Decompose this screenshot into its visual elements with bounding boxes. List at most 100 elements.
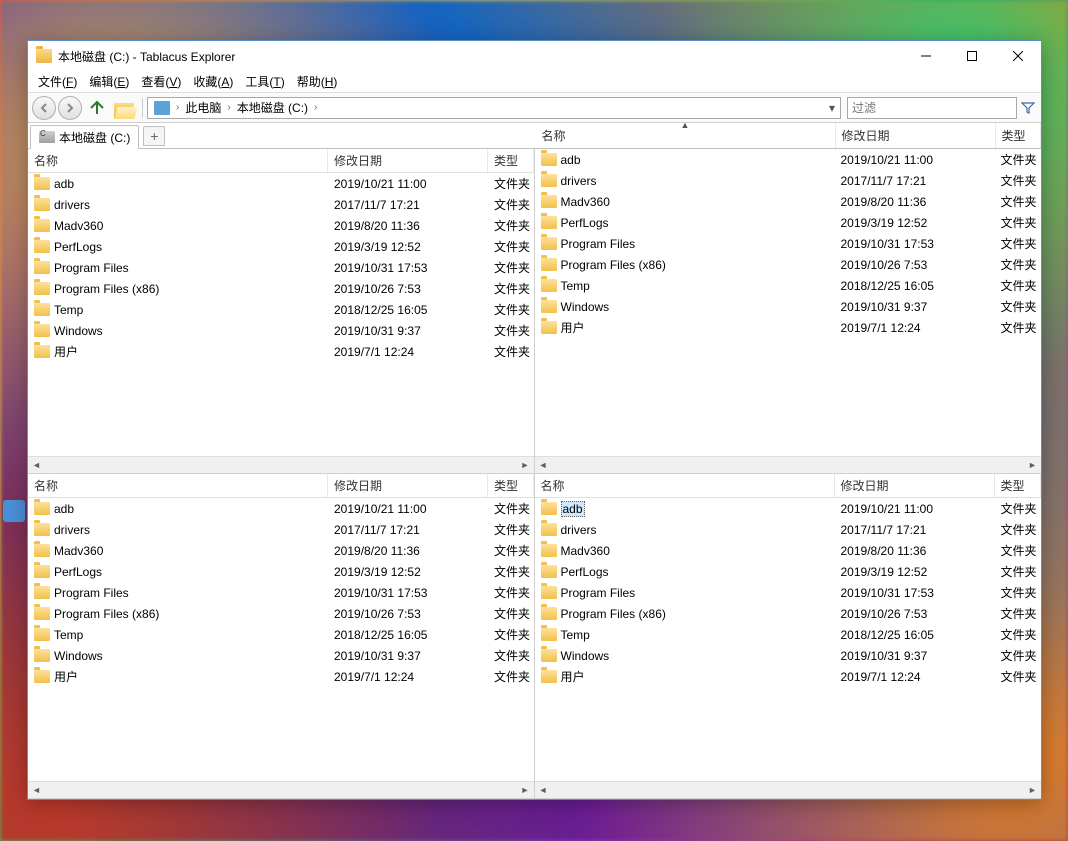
- address-dropdown[interactable]: ▾: [824, 101, 840, 115]
- list-item[interactable]: adb2019/10/21 11:00文件夹: [535, 498, 1042, 519]
- list-item[interactable]: Program Files2019/10/31 17:53文件夹: [535, 233, 1042, 254]
- minimize-button[interactable]: [903, 41, 949, 71]
- list-item[interactable]: 用户2019/7/1 12:24文件夹: [28, 666, 534, 687]
- list-item[interactable]: adb2019/10/21 11:00文件夹: [535, 149, 1042, 170]
- list-item[interactable]: Temp2018/12/25 16:05文件夹: [28, 624, 534, 645]
- file-list[interactable]: adb2019/10/21 11:00文件夹drivers2017/11/7 1…: [28, 173, 534, 456]
- chevron-right-icon[interactable]: ›: [225, 102, 232, 113]
- menu-favorites[interactable]: 收藏(A): [187, 71, 239, 92]
- horizontal-scrollbar[interactable]: ◄►: [535, 781, 1042, 798]
- up-button[interactable]: [84, 95, 110, 121]
- file-list[interactable]: adb2019/10/21 11:00文件夹drivers2017/11/7 1…: [28, 498, 534, 781]
- list-item[interactable]: Program Files2019/10/31 17:53文件夹: [535, 582, 1042, 603]
- folder-icon: [541, 670, 557, 683]
- list-item[interactable]: Temp2018/12/25 16:05文件夹: [535, 275, 1042, 296]
- list-item[interactable]: Program Files (x86)2019/10/26 7:53文件夹: [535, 603, 1042, 624]
- list-item[interactable]: PerfLogs2019/3/19 12:52文件夹: [28, 561, 534, 582]
- list-item[interactable]: adb2019/10/21 11:00文件夹: [28, 498, 534, 519]
- item-type: 文件夹: [488, 259, 534, 276]
- filter-input[interactable]: [848, 98, 1016, 118]
- list-item[interactable]: drivers2017/11/7 17:21文件夹: [28, 194, 534, 215]
- titlebar[interactable]: 本地磁盘 (C:) - Tablacus Explorer: [28, 41, 1041, 71]
- menu-file[interactable]: 文件(F): [32, 71, 83, 92]
- scroll-right-button[interactable]: ►: [1024, 782, 1041, 798]
- list-item[interactable]: Program Files (x86)2019/10/26 7:53文件夹: [28, 603, 534, 624]
- column-type[interactable]: 类型: [488, 474, 534, 497]
- column-date[interactable]: 修改日期: [328, 149, 488, 172]
- menu-view[interactable]: 查看(V): [135, 71, 187, 92]
- file-list[interactable]: adb2019/10/21 11:00文件夹drivers2017/11/7 1…: [535, 498, 1042, 781]
- list-item[interactable]: Windows2019/10/31 9:37文件夹: [535, 645, 1042, 666]
- file-list[interactable]: adb2019/10/21 11:00文件夹drivers2017/11/7 1…: [535, 149, 1042, 456]
- column-name[interactable]: 名称: [28, 149, 328, 172]
- scroll-left-button[interactable]: ◄: [28, 782, 45, 798]
- list-item[interactable]: Program Files (x86)2019/10/26 7:53文件夹: [535, 254, 1042, 275]
- list-item[interactable]: Windows2019/10/31 9:37文件夹: [28, 645, 534, 666]
- item-type: 文件夹: [488, 322, 534, 339]
- menu-tools[interactable]: 工具(T): [239, 71, 290, 92]
- list-item[interactable]: Program Files (x86)2019/10/26 7:53文件夹: [28, 278, 534, 299]
- filter-icon[interactable]: [1019, 99, 1037, 117]
- list-item[interactable]: Madv3602019/8/20 11:36文件夹: [535, 540, 1042, 561]
- column-name[interactable]: 名称: [28, 474, 328, 497]
- scroll-right-button[interactable]: ►: [1024, 457, 1041, 473]
- list-item[interactable]: adb2019/10/21 11:00文件夹: [28, 173, 534, 194]
- list-item[interactable]: Temp2018/12/25 16:05文件夹: [535, 624, 1042, 645]
- column-type[interactable]: 类型: [995, 474, 1042, 497]
- list-item[interactable]: Windows2019/10/31 9:37文件夹: [535, 296, 1042, 317]
- list-item[interactable]: Program Files2019/10/31 17:53文件夹: [28, 257, 534, 278]
- list-item[interactable]: 用户2019/7/1 12:24文件夹: [535, 317, 1042, 338]
- scroll-left-button[interactable]: ◄: [535, 457, 552, 473]
- folder-open-icon[interactable]: [112, 97, 138, 119]
- column-date[interactable]: 修改日期: [328, 474, 488, 497]
- column-date[interactable]: 修改日期: [836, 123, 996, 148]
- column-name[interactable]: 名称▲: [536, 123, 836, 148]
- breadcrumb-drive[interactable]: 本地磁盘 (C:): [233, 99, 312, 116]
- menu-help[interactable]: 帮助(H): [291, 71, 344, 92]
- close-button[interactable]: [995, 41, 1041, 71]
- scroll-left-button[interactable]: ◄: [535, 782, 552, 798]
- horizontal-scrollbar[interactable]: ◄►: [535, 456, 1042, 473]
- scroll-track[interactable]: [552, 457, 1025, 473]
- app-icon: [3, 500, 25, 522]
- horizontal-scrollbar[interactable]: ◄►: [28, 781, 534, 798]
- column-type[interactable]: 类型: [996, 123, 1042, 148]
- list-item[interactable]: Temp2018/12/25 16:05文件夹: [28, 299, 534, 320]
- list-item[interactable]: drivers2017/11/7 17:21文件夹: [28, 519, 534, 540]
- chevron-right-icon[interactable]: ›: [312, 102, 319, 113]
- list-item[interactable]: 用户2019/7/1 12:24文件夹: [535, 666, 1042, 687]
- list-item[interactable]: Madv3602019/8/20 11:36文件夹: [28, 215, 534, 236]
- chevron-right-icon[interactable]: ›: [174, 102, 181, 113]
- list-item[interactable]: PerfLogs2019/3/19 12:52文件夹: [535, 561, 1042, 582]
- new-tab-button[interactable]: +: [143, 126, 165, 146]
- scroll-track[interactable]: [45, 782, 517, 798]
- scroll-right-button[interactable]: ►: [517, 782, 534, 798]
- breadcrumb-pc[interactable]: 此电脑: [181, 99, 225, 116]
- scroll-left-button[interactable]: ◄: [28, 457, 45, 473]
- column-type[interactable]: 类型: [488, 149, 534, 172]
- list-item[interactable]: Windows2019/10/31 9:37文件夹: [28, 320, 534, 341]
- folder-icon: [34, 345, 50, 358]
- tab-drive-c[interactable]: 本地磁盘 (C:): [30, 125, 139, 149]
- menu-edit[interactable]: 编辑(E): [83, 71, 135, 92]
- list-item[interactable]: PerfLogs2019/3/19 12:52文件夹: [535, 212, 1042, 233]
- list-item[interactable]: drivers2017/11/7 17:21文件夹: [535, 170, 1042, 191]
- list-item[interactable]: 用户2019/7/1 12:24文件夹: [28, 341, 534, 362]
- list-item[interactable]: drivers2017/11/7 17:21文件夹: [535, 519, 1042, 540]
- scroll-track[interactable]: [45, 457, 517, 473]
- list-item[interactable]: PerfLogs2019/3/19 12:52文件夹: [28, 236, 534, 257]
- scroll-track[interactable]: [552, 782, 1025, 798]
- back-button[interactable]: [32, 96, 56, 120]
- address-bar[interactable]: › 此电脑 › 本地磁盘 (C:) › ▾: [147, 97, 841, 119]
- desktop-shortcut[interactable]: [0, 500, 27, 522]
- maximize-button[interactable]: [949, 41, 995, 71]
- scroll-right-button[interactable]: ►: [517, 457, 534, 473]
- item-date: 2019/10/21 11:00: [835, 153, 995, 167]
- list-item[interactable]: Madv3602019/8/20 11:36文件夹: [28, 540, 534, 561]
- horizontal-scrollbar[interactable]: ◄►: [28, 456, 534, 473]
- list-item[interactable]: Madv3602019/8/20 11:36文件夹: [535, 191, 1042, 212]
- list-item[interactable]: Program Files2019/10/31 17:53文件夹: [28, 582, 534, 603]
- forward-button[interactable]: [58, 96, 82, 120]
- column-name[interactable]: 名称: [535, 474, 835, 497]
- column-date[interactable]: 修改日期: [835, 474, 995, 497]
